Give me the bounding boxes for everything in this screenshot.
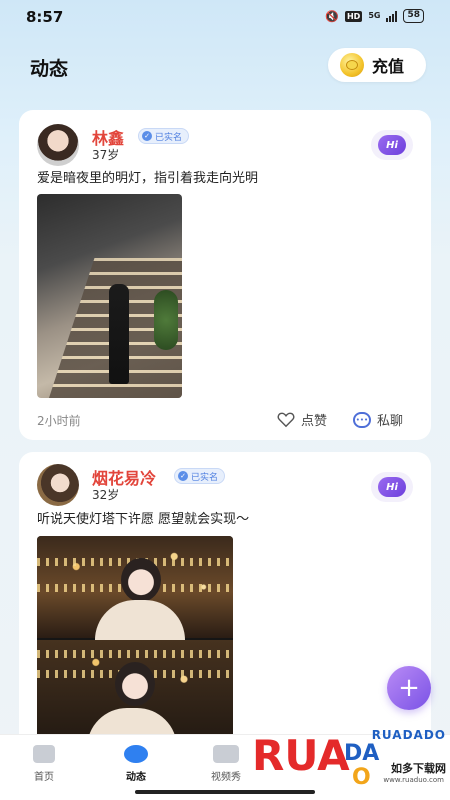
say-hi-button[interactable]: Hi (371, 472, 413, 502)
photo-panel-top (37, 536, 233, 640)
feed-icon (124, 745, 148, 763)
signal-icon (386, 10, 398, 22)
like-button[interactable]: 点赞 (277, 410, 327, 429)
user-age: 32岁 (92, 488, 120, 502)
post-time: 2小时前 (37, 414, 81, 428)
tab-label: 视频秀 (211, 772, 241, 783)
say-hi-button[interactable]: Hi (371, 130, 413, 160)
verified-badge: ✓ 已实名 (138, 128, 190, 144)
home-icon (33, 745, 55, 763)
verified-label: 已实名 (191, 472, 219, 483)
coin-icon (340, 53, 364, 77)
hi-icon: Hi (378, 477, 406, 497)
photo-face (115, 662, 155, 706)
tab-label: 首页 (34, 772, 54, 783)
status-icons: 🔇 HD 5G 58 (325, 9, 424, 23)
hd-badge: HD (344, 10, 363, 22)
battery-icon: 58 (403, 9, 424, 23)
verified-check-icon: ✓ (142, 131, 152, 141)
tab-home[interactable]: 首页 (14, 745, 74, 783)
verified-badge: ✓ 已实名 (174, 468, 226, 484)
photo-coat (95, 600, 185, 640)
status-bar: 8:57 🔇 HD 5G 58 (0, 0, 450, 34)
create-post-button[interactable]: + (387, 666, 431, 710)
photo-figure (109, 284, 129, 384)
hi-icon: Hi (378, 135, 406, 155)
post-card[interactable]: 林鑫 ✓ 已实名 37岁 Hi 爱是暗夜里的明灯，指引着我走向光明 2小时前 点… (19, 110, 431, 440)
photo-plant (154, 290, 178, 350)
watermark: RUA DA O RUADADO 如多下载网 www.ruaduo.com (252, 722, 450, 800)
watermark-logo: RUA DA O (252, 731, 379, 786)
message-label: 私聊 (377, 414, 404, 429)
post-photo[interactable] (37, 536, 233, 752)
tab-label: 动态 (126, 772, 146, 783)
user-age: 37岁 (92, 148, 120, 162)
post-card[interactable]: 烟花易冷 ✓ 已实名 32岁 Hi 听说天使灯塔下许愿 愿望就会实现～ (19, 452, 431, 752)
recharge-label: 充值 (372, 57, 405, 76)
verified-check-icon: ✓ (178, 471, 188, 481)
verified-label: 已实名 (155, 132, 183, 143)
avatar[interactable] (37, 124, 79, 166)
like-label: 点赞 (301, 414, 328, 429)
mute-icon: 🔇 (325, 9, 339, 23)
svg-text:RUA: RUA (252, 731, 350, 780)
post-text: 听说天使灯塔下许愿 愿望就会实现～ (37, 512, 250, 527)
photo-lights (37, 650, 233, 658)
network-type: 5G (368, 11, 381, 20)
post-photo[interactable] (37, 194, 182, 398)
watermark-text: 如多下载网 (391, 762, 446, 775)
watermark-brand: RUADADO (371, 728, 446, 742)
page-title: 动态 (30, 58, 69, 80)
tab-feed[interactable]: 动态 (106, 745, 166, 783)
svg-text:O: O (352, 765, 371, 786)
video-icon (213, 745, 239, 763)
watermark-url: www.ruaduo.com (383, 776, 444, 784)
svg-text:DA: DA (344, 741, 379, 766)
recharge-button[interactable]: 充值 (328, 48, 426, 82)
heart-icon (277, 412, 295, 427)
tab-video[interactable]: 视频秀 (196, 745, 256, 783)
chat-icon: ••• (353, 411, 371, 428)
photo-face (121, 558, 161, 602)
post-text: 爱是暗夜里的明灯，指引着我走向光明 (37, 171, 259, 186)
message-button[interactable]: ••• 私聊 (353, 410, 403, 429)
avatar[interactable] (37, 464, 79, 506)
status-time: 8:57 (26, 8, 64, 26)
